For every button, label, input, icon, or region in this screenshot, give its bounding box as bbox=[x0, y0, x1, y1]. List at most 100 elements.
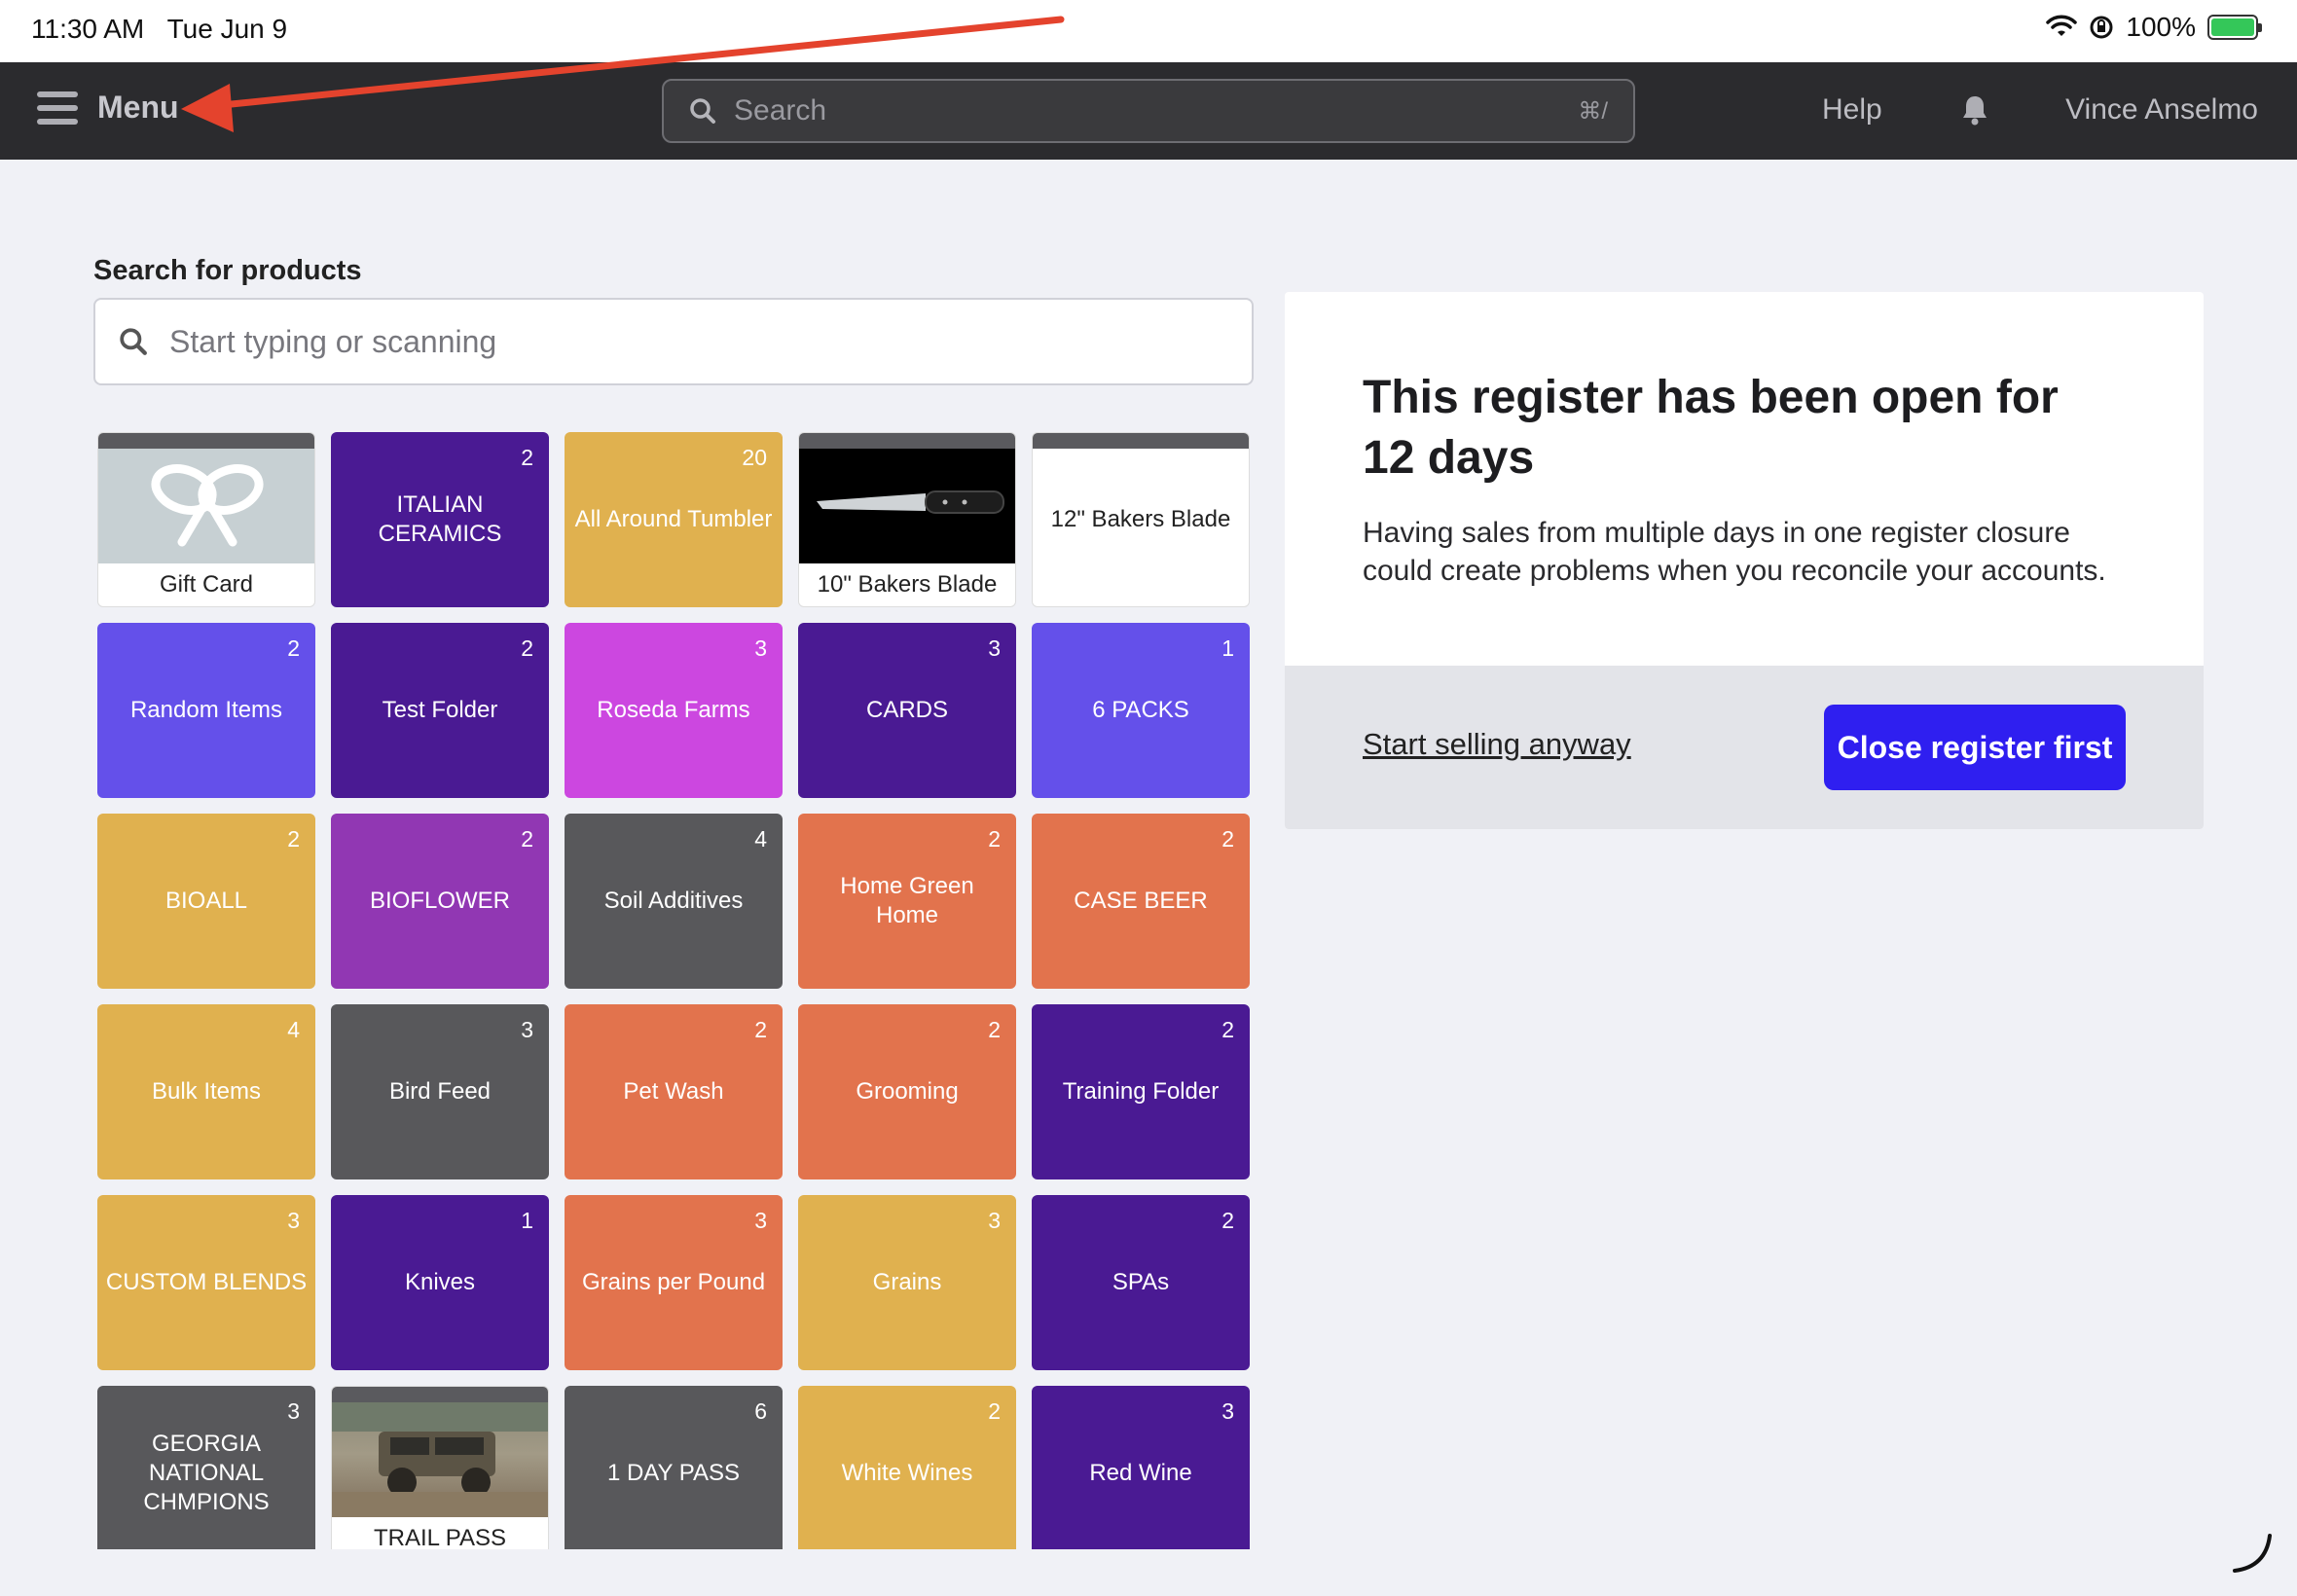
notifications-bell-icon[interactable] bbox=[1960, 93, 1989, 127]
tile-label: Random Items bbox=[129, 697, 283, 723]
tile-label: CASE BEER bbox=[1074, 888, 1208, 914]
tile-label: Knives bbox=[404, 1269, 476, 1295]
status-bar: 11:30 AM Tue Jun 9 100% bbox=[0, 0, 2297, 62]
item-count-badge: 4 bbox=[287, 1017, 300, 1042]
product-tile-soil-additives[interactable]: Soil Additives 4 bbox=[565, 814, 783, 989]
tile-label: White Wines bbox=[841, 1460, 973, 1486]
battery-percent: 100% bbox=[2126, 12, 2196, 42]
product-tile-6-packs[interactable]: 6 PACKS 1 bbox=[1032, 623, 1250, 798]
tile-label: Training Folder bbox=[1062, 1078, 1220, 1105]
close-register-button[interactable]: Close register first bbox=[1824, 705, 2126, 790]
item-count-badge: 2 bbox=[521, 826, 533, 852]
tile-label: 6 PACKS bbox=[1092, 697, 1189, 723]
product-tile-bioflower[interactable]: BIOFLOWER 2 bbox=[331, 814, 549, 989]
resize-handle-icon bbox=[2233, 1534, 2272, 1573]
top-navigation: Menu ⌘/ Help Vince Anselmo bbox=[0, 62, 2297, 160]
item-count-badge: 2 bbox=[1221, 826, 1234, 852]
tile-label: SPAs bbox=[1112, 1269, 1170, 1295]
product-tile-cards[interactable]: CARDS 3 bbox=[798, 623, 1016, 798]
menu-button[interactable]: Menu bbox=[37, 90, 179, 126]
help-link[interactable]: Help bbox=[1822, 93, 1882, 127]
product-tile-grains-per-pound[interactable]: Grains per Pound 3 bbox=[565, 1195, 783, 1370]
tile-label: Pet Wash bbox=[623, 1078, 724, 1105]
item-count-badge: 6 bbox=[754, 1398, 767, 1424]
tile-label: Gift Card bbox=[159, 571, 254, 598]
tile-label: TRAIL PASS bbox=[373, 1525, 507, 1549]
battery-charging-icon bbox=[2207, 15, 2262, 40]
product-tile-case-beer[interactable]: CASE BEER 2 bbox=[1032, 814, 1250, 989]
product-tile-custom-blends[interactable]: CUSTOM BLENDS 3 bbox=[97, 1195, 315, 1370]
product-tile-12-bakers-blade[interactable]: 12" Bakers Blade bbox=[1032, 432, 1250, 607]
product-tile-roseda-farms[interactable]: Roseda Farms 3 bbox=[565, 623, 783, 798]
global-search-box[interactable]: ⌘/ bbox=[662, 79, 1635, 143]
product-tile-trail-pass[interactable]: TRAIL PASS bbox=[331, 1386, 549, 1549]
tile-label: BIOALL bbox=[164, 888, 248, 914]
tile-label: Test Folder bbox=[382, 697, 498, 723]
product-tile-italian-ceramics[interactable]: ITALIAN CERAMICS 2 bbox=[331, 432, 549, 607]
tile-label: Home Green Home bbox=[840, 873, 974, 928]
product-tile-bird-feed[interactable]: Bird Feed 3 bbox=[331, 1004, 549, 1179]
product-tile-gift-card[interactable]: Gift Card bbox=[97, 432, 315, 607]
product-tile-10-bakers-blade[interactable]: 10" Bakers Blade bbox=[798, 432, 1016, 607]
tile-label: Grains bbox=[872, 1269, 942, 1295]
item-count-badge: 2 bbox=[754, 1017, 767, 1042]
jeep-mud-photo bbox=[332, 1402, 548, 1517]
item-count-badge: 3 bbox=[754, 1208, 767, 1233]
start-selling-anyway-link[interactable]: Start selling anyway bbox=[1363, 727, 1631, 762]
warning-message: Having sales from multiple days in one r… bbox=[1363, 517, 2106, 587]
global-search-input[interactable] bbox=[734, 94, 1579, 127]
item-count-badge: 3 bbox=[754, 635, 767, 661]
product-tile-1-day-pass[interactable]: 1 DAY PASS 6 bbox=[565, 1386, 783, 1549]
product-tile-all-around-tumbler[interactable]: All Around Tumbler 20 bbox=[565, 432, 783, 607]
product-tile-knives[interactable]: Knives 1 bbox=[331, 1195, 549, 1370]
search-icon bbox=[120, 328, 147, 355]
product-tile-pet-wash[interactable]: Pet Wash 2 bbox=[565, 1004, 783, 1179]
tile-label: Bulk Items bbox=[151, 1078, 262, 1105]
product-search-input[interactable] bbox=[169, 323, 1228, 360]
product-tile-training-folder[interactable]: Training Folder 2 bbox=[1032, 1004, 1250, 1179]
item-count-badge: 2 bbox=[1221, 1017, 1234, 1042]
item-count-badge: 3 bbox=[988, 1208, 1001, 1233]
status-date: Tue Jun 9 bbox=[166, 14, 288, 44]
product-tile-spas[interactable]: SPAs 2 bbox=[1032, 1195, 1250, 1370]
item-count-badge: 2 bbox=[287, 826, 300, 852]
item-count-badge: 3 bbox=[1221, 1398, 1234, 1424]
product-tile-georgia-national-chmpions[interactable]: GEORGIA NATIONAL CHMPIONS 3 bbox=[97, 1386, 315, 1549]
tile-label: Grains per Pound bbox=[581, 1269, 766, 1295]
knife-product-image bbox=[799, 449, 1015, 563]
warning-actions: Start selling anyway Close register firs… bbox=[1285, 666, 2204, 829]
product-tile-random-items[interactable]: Random Items 2 bbox=[97, 623, 315, 798]
hamburger-icon bbox=[37, 91, 78, 125]
warning-title: This register has been open for 12 days bbox=[1363, 372, 2059, 485]
product-tile-bioall[interactable]: BIOALL 2 bbox=[97, 814, 315, 989]
item-count-badge: 2 bbox=[988, 826, 1001, 852]
tile-label: CUSTOM BLENDS bbox=[105, 1269, 308, 1295]
item-count-badge: 2 bbox=[1221, 1208, 1234, 1233]
item-count-badge: 3 bbox=[287, 1208, 300, 1233]
product-tile-grooming[interactable]: Grooming 2 bbox=[798, 1004, 1016, 1179]
item-count-badge: 3 bbox=[287, 1398, 300, 1424]
product-tile-bulk-items[interactable]: Bulk Items 4 bbox=[97, 1004, 315, 1179]
product-tile-test-folder[interactable]: Test Folder 2 bbox=[331, 623, 549, 798]
item-count-badge: 2 bbox=[287, 635, 300, 661]
product-tile-red-wine[interactable]: Red Wine 3 bbox=[1032, 1386, 1250, 1549]
tile-label: BIOFLOWER bbox=[369, 888, 510, 914]
tile-label: 12" Bakers Blade bbox=[1050, 506, 1231, 532]
product-tile-grid: Gift Card ITALIAN CERAMICS 2 All Around Tum… bbox=[97, 432, 1252, 1549]
item-count-badge: 2 bbox=[988, 1398, 1001, 1424]
product-tile-home-green-home[interactable]: Home Green Home 2 bbox=[798, 814, 1016, 989]
user-menu[interactable]: Vince Anselmo bbox=[2065, 93, 2258, 127]
item-count-badge: 20 bbox=[742, 445, 767, 470]
status-clock: 11:30 AM bbox=[31, 14, 145, 44]
product-tile-white-wines[interactable]: White Wines 2 bbox=[798, 1386, 1016, 1549]
rotation-lock-icon bbox=[2090, 16, 2113, 39]
status-indicators: 100% bbox=[2046, 12, 2262, 43]
product-search-box[interactable] bbox=[93, 298, 1254, 385]
status-time: 11:30 AM Tue Jun 9 bbox=[31, 14, 287, 45]
item-count-badge: 2 bbox=[988, 1017, 1001, 1042]
item-count-badge: 2 bbox=[521, 445, 533, 470]
tile-label: Bird Feed bbox=[388, 1078, 492, 1105]
tile-label: 10" Bakers Blade bbox=[817, 571, 998, 598]
item-count-badge: 3 bbox=[988, 635, 1001, 661]
product-tile-grains[interactable]: Grains 3 bbox=[798, 1195, 1016, 1370]
